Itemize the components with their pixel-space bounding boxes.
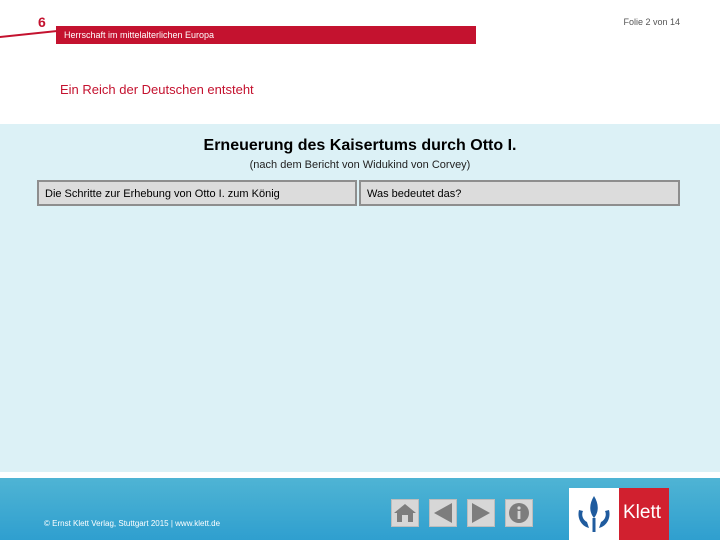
column-header-steps: Die Schritte zur Erhebung von Otto I. zu… bbox=[37, 180, 357, 206]
next-icon bbox=[472, 503, 490, 523]
topic-label: Herrschaft im mittelalterlichen Europa bbox=[64, 30, 215, 40]
klett-emblem-icon bbox=[578, 496, 610, 532]
header-accent-line bbox=[0, 30, 56, 38]
info-button[interactable] bbox=[505, 499, 533, 527]
home-button[interactable] bbox=[391, 499, 419, 527]
column-header-label: Was bedeutet das? bbox=[367, 188, 462, 200]
column-header-meaning: Was bedeutet das? bbox=[359, 180, 680, 206]
copyright-text: © Ernst Klett Verlag, Stuttgart 2015 | w… bbox=[44, 519, 221, 528]
previous-slide-button[interactable] bbox=[429, 499, 457, 527]
klett-logo: Klett bbox=[569, 488, 669, 540]
source-note: (nach dem Bericht von Widukind von Corve… bbox=[249, 159, 471, 171]
slide-counter: Folie 2 von 14 bbox=[623, 17, 680, 27]
klett-logo-mark: Klett bbox=[619, 488, 669, 540]
info-icon bbox=[509, 503, 529, 523]
home-icon bbox=[394, 504, 416, 522]
next-slide-button[interactable] bbox=[467, 499, 495, 527]
footer: © Ernst Klett Verlag, Stuttgart 2015 | w… bbox=[0, 478, 720, 540]
column-header-label: Die Schritte zur Erhebung von Otto I. zu… bbox=[45, 188, 280, 200]
topic-bar: Herrschaft im mittelalterlichen Europa bbox=[56, 26, 476, 44]
content-area: Erneuerung des Kaisertums durch Otto I. … bbox=[0, 124, 720, 472]
page-title: Erneuerung des Kaisertums durch Otto I. bbox=[203, 137, 517, 154]
chapter-number: 6 bbox=[38, 14, 46, 30]
section-subtitle: Ein Reich der Deutschen entsteht bbox=[60, 82, 254, 97]
previous-icon bbox=[434, 503, 452, 523]
klett-logo-text: Klett bbox=[623, 502, 662, 523]
